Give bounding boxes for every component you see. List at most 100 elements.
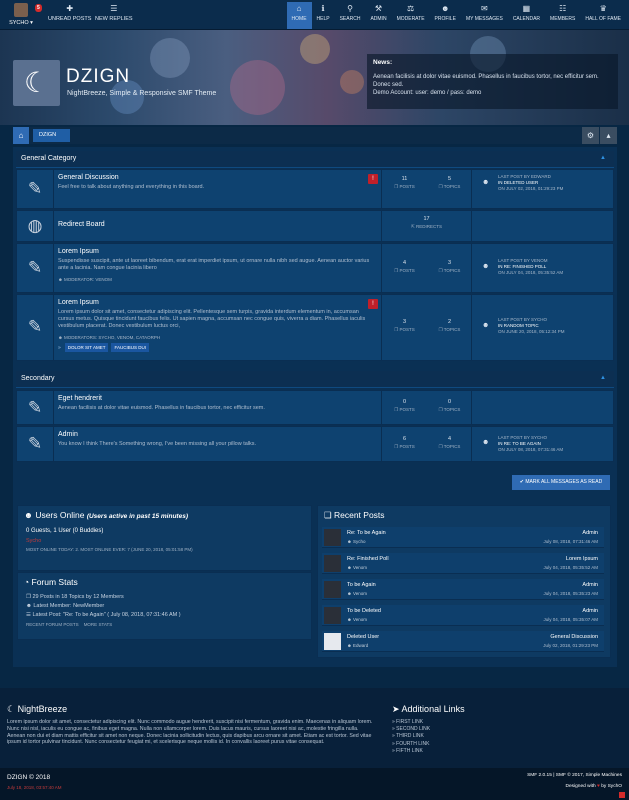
collapse-icon[interactable]: ▴ xyxy=(600,127,617,144)
unread-posts-label: UNREAD POSTS xyxy=(48,16,92,22)
moon-logo-icon[interactable]: ☾ xyxy=(13,60,60,106)
recent-post-title[interactable]: To be Again xyxy=(347,582,376,588)
menu-calendar[interactable]: ▦ CALENDAR xyxy=(508,2,545,29)
forum-stats-box: ◔ Forum Stats ❐ 29 Posts in 18 Topics by… xyxy=(17,572,312,640)
board-name[interactable]: Lorem Ipsum xyxy=(58,248,376,255)
recent-post-row[interactable]: Re: To be Again ☻ Sycho Admin July 08, 2018… xyxy=(322,527,604,548)
last-post-in[interactable]: IN DELETED USER xyxy=(498,180,538,185)
recent-post-author[interactable]: Venom xyxy=(353,591,367,596)
footer-link-label[interactable]: FIFTH LINK xyxy=(396,748,423,754)
recent-post-board[interactable]: Admin xyxy=(582,608,598,614)
menu-messages[interactable]: ✉ MY MESSAGES xyxy=(461,2,508,29)
recent-post-row[interactable]: To be Deleted ☻ Venom Admin July 04, 2018, … xyxy=(322,605,604,626)
board-name[interactable]: Redirect Board xyxy=(58,221,376,228)
footer-link-label[interactable]: SECOND LINK xyxy=(396,726,430,732)
last-post[interactable]: ☻ LAST POST BY SYCHO IN RE: TO BE AGAIN … xyxy=(471,427,615,461)
recent-post-author[interactable]: Venom xyxy=(353,565,367,570)
recent-post-title[interactable]: To be Deleted xyxy=(347,608,381,614)
recent-post-board[interactable]: Admin xyxy=(582,582,598,588)
topics-label: TOPICS xyxy=(443,184,461,189)
collapse-arrow-icon[interactable]: ▲ xyxy=(600,155,606,161)
footer-link-label[interactable]: FIRST LINK xyxy=(396,719,423,725)
footer-title-text: NightBreeze xyxy=(17,704,68,714)
user-menu[interactable]: 5 SYCHO ▾ xyxy=(4,3,42,29)
recent-post-title[interactable]: Re: To be Again xyxy=(347,530,386,536)
menu-hall-of-fame[interactable]: ♛ HALL OF FAME xyxy=(580,2,626,29)
avatar xyxy=(324,555,341,572)
menu-admin[interactable]: ⚒ ADMIN xyxy=(365,2,391,29)
collapse-arrow-icon[interactable]: ▲ xyxy=(600,375,606,381)
last-post-user-icon: ☻ xyxy=(482,322,490,329)
last-post[interactable]: ☻ LAST POST BY VENOM IN RE: FINISHED POL… xyxy=(471,244,615,292)
recent-post-author[interactable]: Edward xyxy=(353,643,368,648)
menu-help[interactable]: ℹ HELP xyxy=(312,2,335,29)
board-moderators[interactable]: MODERATORS: SYCHO, VENOM, CATAORPH xyxy=(64,335,160,340)
menu-moderate[interactable]: ⚖ MODERATE xyxy=(392,2,430,29)
menu-search[interactable]: ⚲ SEARCH xyxy=(335,2,366,29)
recent-post-author[interactable]: Sycho xyxy=(353,539,366,544)
recent-post-board[interactable]: Lorem Ipsum xyxy=(566,556,598,562)
board-moderators[interactable]: MODERATOR: VENOM xyxy=(64,277,112,282)
recent-post-title[interactable]: Deleted User xyxy=(347,634,379,640)
news-account: Demo Account: user: demo / pass: demo xyxy=(373,90,482,96)
category-header[interactable]: General Category ▲ xyxy=(16,151,614,168)
designer-name[interactable]: by SychO xyxy=(601,784,622,789)
last-post[interactable]: ☻ LAST POST BY EDWARD IN DELETED USER ON… xyxy=(471,170,615,208)
last-post-in[interactable]: IN RE: TO BE AGAIN xyxy=(498,441,541,446)
footer-link[interactable]: » SECOND LINK xyxy=(392,726,430,733)
footer-links: » FIRST LINK » SECOND LINK » THIRD LINK … xyxy=(392,719,430,755)
last-post-in[interactable]: IN RANDOM TOPIC xyxy=(498,323,539,328)
child-board-link[interactable]: DOLOR SIT AMET xyxy=(64,343,109,352)
home-icon[interactable]: ⌂ xyxy=(13,127,29,144)
mark-all-read-label: MARK ALL MESSAGES AS READ xyxy=(525,479,603,485)
recent-post-title[interactable]: Re: Finished Poll xyxy=(347,556,389,562)
menu-profile[interactable]: ☻ PROFILE xyxy=(430,2,461,29)
avatar xyxy=(324,607,341,624)
board-name[interactable]: Eget hendrerit xyxy=(58,395,376,402)
menu-home[interactable]: ⌂ HOME xyxy=(286,2,312,29)
footer-link[interactable]: » THIRD LINK xyxy=(392,733,430,740)
board-name[interactable]: General Discussion xyxy=(58,174,376,181)
category-header[interactable]: Secondary ▲ xyxy=(16,371,614,388)
mark-all-read-button[interactable]: ✔ MARK ALL MESSAGES AS READ xyxy=(512,475,610,490)
category-title: Secondary xyxy=(21,375,55,382)
menu-label: SEARCH xyxy=(339,16,361,22)
more-stats-link[interactable]: MORE STATS xyxy=(84,622,113,627)
posts-label: POSTS xyxy=(399,444,415,449)
last-post[interactable]: ☻ LAST POST BY SYCHO IN RANDOM TOPIC ON … xyxy=(471,295,615,360)
unread-posts-link[interactable]: ✚ UNREAD POSTS xyxy=(48,4,91,22)
last-post-in[interactable]: IN RE: FINISHED POLL xyxy=(498,264,546,269)
board-name[interactable]: Lorem Ipsum xyxy=(58,299,376,306)
recent-post-board[interactable]: General Discussion xyxy=(550,634,598,640)
footer-link[interactable]: » FOURTH LINK xyxy=(392,741,430,748)
breadcrumb-current[interactable]: DZIGN xyxy=(33,129,71,142)
topics-count: 3 xyxy=(447,260,452,266)
menu-members[interactable]: ☷ MEMBERS xyxy=(545,2,580,29)
footer-link[interactable]: » FIRST LINK xyxy=(392,719,430,726)
new-replies-link[interactable]: ☰ NEW REPLIES xyxy=(95,4,133,22)
site-name[interactable]: DZIGN xyxy=(66,66,130,88)
pencil-icon: ✎ xyxy=(17,391,54,424)
last-post-date: ON JULY 08, 2018, 07:31:46 AM xyxy=(498,447,564,452)
username: SYCHO xyxy=(9,20,29,26)
footer-text: Lorem ipsum dolor sit amet, consectetur … xyxy=(7,719,373,746)
settings-icon[interactable]: ⚙ xyxy=(582,127,599,144)
pencil-icon: ✎ xyxy=(17,427,54,461)
scroll-top-button[interactable] xyxy=(619,792,625,798)
recent-post-row[interactable]: Re: Finished Poll ☻ Venom Lorem Ipsum July … xyxy=(322,553,604,574)
latest-member[interactable]: Latest Member: NewMember xyxy=(33,603,104,609)
recent-forum-posts-link[interactable]: RECENT FORUM POSTS xyxy=(26,622,79,627)
recent-post-row[interactable]: Deleted User ☻ Edward General Discussion Ju… xyxy=(322,631,604,652)
board-name[interactable]: Admin xyxy=(58,431,376,438)
footer-link[interactable]: » FIFTH LINK xyxy=(392,748,430,755)
footer-link-label[interactable]: FOURTH LINK xyxy=(396,741,429,747)
recent-post-row[interactable]: To be Again ☻ Venom Admin July 04, 2018, 05… xyxy=(322,579,604,600)
child-board-link[interactable]: FAUCIBUS DUI xyxy=(111,343,149,352)
latest-post[interactable]: Latest Post: "Re: To be Again" ( July 08… xyxy=(32,612,180,618)
recent-post-board[interactable]: Admin xyxy=(582,530,598,536)
avatar xyxy=(324,633,341,650)
footer-link-label[interactable]: THIRD LINK xyxy=(396,733,424,739)
smf-credit[interactable]: SMF 2.0.15 | SMF © 2017, Simple Machines xyxy=(527,773,622,778)
last-post-user-icon: ☻ xyxy=(482,263,490,270)
recent-post-author[interactable]: Venom xyxy=(353,617,367,622)
